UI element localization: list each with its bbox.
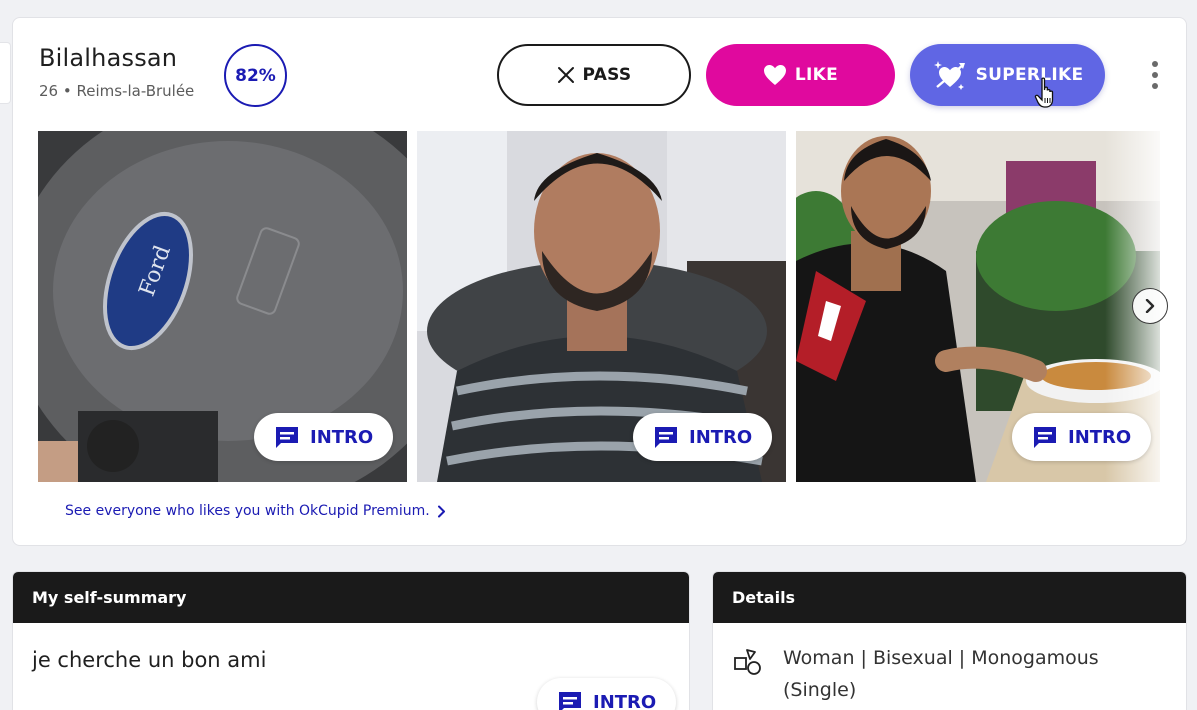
intro-button[interactable]: INTRO <box>254 413 394 461</box>
intro-label: INTRO <box>593 691 657 710</box>
premium-link-text: See everyone who likes you with OkCupid … <box>65 503 430 519</box>
like-label: LIKE <box>794 65 839 85</box>
photo-carousel[interactable]: Ford INTRO INTRO INTRO <box>38 131 1160 482</box>
left-edge-tab <box>0 42 11 104</box>
shapes-icon <box>734 649 761 675</box>
chat-bubble-icon <box>655 427 677 448</box>
like-button[interactable]: LIKE <box>706 44 895 106</box>
carousel-next-button[interactable] <box>1132 288 1168 324</box>
pass-button[interactable]: PASS <box>497 44 691 106</box>
profile-name: Bilalhassan <box>39 44 178 72</box>
details-title: Details <box>713 572 1186 623</box>
heart-icon <box>763 65 786 85</box>
photo-2[interactable]: INTRO <box>417 131 786 482</box>
profile-meta: 26 • Reims-la-Brulée <box>39 82 195 100</box>
chevron-right-icon <box>437 505 445 517</box>
close-icon <box>557 67 574 83</box>
intro-button[interactable]: INTRO <box>1012 413 1152 461</box>
intro-button[interactable]: INTRO <box>633 413 773 461</box>
self-summary-intro-button[interactable]: INTRO <box>537 678 677 710</box>
premium-link[interactable]: See everyone who likes you with OkCupid … <box>65 503 446 519</box>
more-options-icon[interactable] <box>1144 60 1166 90</box>
self-summary-text: je cherche un bon ami <box>32 648 267 672</box>
match-percentage: 82% <box>235 65 276 86</box>
chat-bubble-icon <box>559 692 581 710</box>
detail-identity-line2: (Single) <box>783 679 857 701</box>
match-percentage-badge: 82% <box>224 44 287 107</box>
superlike-heart-arrow-icon <box>933 61 965 90</box>
profile-card: Bilalhassan 26 • Reims-la-Brulée 82% PAS… <box>12 17 1187 546</box>
hand-cursor-icon <box>1034 77 1054 108</box>
pass-label: PASS <box>582 65 632 85</box>
photo-1[interactable]: Ford INTRO <box>38 131 407 482</box>
detail-row-identity: Woman | Bisexual | Monogamous (Single) <box>733 647 1123 706</box>
intro-label: INTRO <box>689 426 753 448</box>
self-summary-title: My self-summary <box>13 572 689 623</box>
intro-label: INTRO <box>1068 426 1132 448</box>
self-summary-panel: My self-summary je cherche un bon ami IN… <box>12 571 690 710</box>
chat-bubble-icon <box>276 427 298 448</box>
photo-3[interactable]: INTRO <box>796 131 1160 482</box>
chat-bubble-icon <box>1034 427 1056 448</box>
superlike-label: SUPERLIKE <box>975 65 1084 85</box>
chevron-right-icon <box>1145 299 1155 313</box>
detail-identity-line1: Woman | Bisexual | Monogamous <box>783 647 1099 669</box>
superlike-button[interactable]: SUPERLIKE <box>910 44 1105 106</box>
details-panel: Details Woman | Bisexual | Monogamous (S… <box>712 571 1187 710</box>
intro-label: INTRO <box>310 426 374 448</box>
